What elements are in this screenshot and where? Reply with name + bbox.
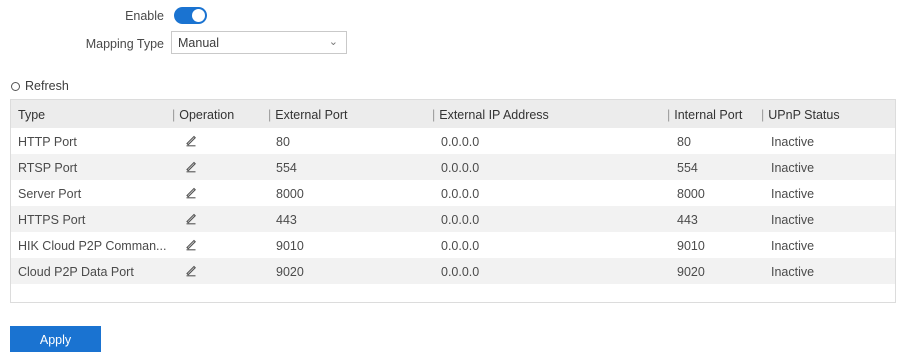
- cell-external-port: 80: [276, 135, 290, 149]
- cell-status: Inactive: [771, 239, 815, 253]
- header-external-port: | External Port: [268, 108, 348, 122]
- table-row: RTSP Port 554 0.0.0.0 554 Inactive: [11, 154, 895, 180]
- refresh-icon: [11, 81, 20, 91]
- header-operation: | Operation: [172, 108, 235, 122]
- cell-internal-port: 9020: [677, 265, 705, 279]
- header-internal-port: | Internal Port: [667, 108, 743, 122]
- toggle-knob: [192, 9, 205, 22]
- cell-external-ip: 0.0.0.0: [441, 213, 480, 227]
- edit-icon[interactable]: [184, 237, 198, 254]
- cell-external-ip: 0.0.0.0: [441, 187, 480, 201]
- header-external-ip: | External IP Address: [432, 108, 549, 122]
- cell-external-ip: 0.0.0.0: [441, 161, 480, 175]
- cell-external-port: 9020: [276, 265, 304, 279]
- edit-icon[interactable]: [184, 133, 198, 150]
- cell-type: RTSP Port: [18, 161, 78, 175]
- table-row: Cloud P2P Data Port 9020 0.0.0.0 9020 Inacti…: [11, 258, 895, 284]
- enable-label: Enable: [125, 9, 164, 23]
- cell-internal-port: 9010: [677, 239, 705, 253]
- refresh-label: Refresh: [25, 79, 69, 93]
- cell-external-port: 8000: [276, 187, 304, 201]
- cell-type: HIK Cloud P2P Comman...: [18, 239, 167, 253]
- edit-icon[interactable]: [184, 159, 198, 176]
- cell-type: HTTP Port: [18, 135, 77, 149]
- edit-icon[interactable]: [184, 185, 198, 202]
- edit-icon[interactable]: [184, 211, 198, 228]
- cell-internal-port: 443: [677, 213, 698, 227]
- chevron-down-icon: ⌄: [328, 36, 338, 48]
- header-type: Type: [18, 108, 46, 122]
- mapping-type-value: Manual: [178, 36, 219, 50]
- cell-status: Inactive: [771, 161, 815, 175]
- cell-status: Inactive: [771, 135, 815, 149]
- mapping-type-select[interactable]: Manual ⌄: [171, 31, 347, 54]
- cell-external-port: 443: [276, 213, 297, 227]
- enable-toggle[interactable]: [174, 7, 207, 24]
- cell-internal-port: 80: [677, 135, 691, 149]
- cell-status: Inactive: [771, 213, 815, 227]
- port-mapping-table: Type | Operation | External Port | External…: [10, 99, 896, 303]
- cell-type: Server Port: [18, 187, 82, 201]
- table-row: HTTP Port 80 0.0.0.0 80 Inactive: [11, 128, 895, 154]
- cell-external-port: 554: [276, 161, 297, 175]
- cell-status: Inactive: [771, 187, 815, 201]
- refresh-button[interactable]: Refresh: [11, 79, 69, 93]
- mapping-type-label: Mapping Type: [85, 37, 164, 51]
- cell-type: HTTPS Port: [18, 213, 86, 227]
- cell-external-ip: 0.0.0.0: [441, 265, 480, 279]
- cell-internal-port: 554: [677, 161, 698, 175]
- table-row: HTTPS Port 443 0.0.0.0 443 Inactive: [11, 206, 895, 232]
- cell-internal-port: 8000: [677, 187, 705, 201]
- table-row: HIK Cloud P2P Comman... 9010 0.0.0.0 9010 In…: [11, 232, 895, 258]
- cell-external-ip: 0.0.0.0: [441, 135, 480, 149]
- table-header: Type | Operation | External Port | External…: [11, 100, 895, 128]
- cell-status: Inactive: [771, 265, 815, 279]
- header-upnp-status: | UPnP Status: [761, 108, 840, 122]
- edit-icon[interactable]: [184, 263, 198, 280]
- table-row: Server Port 8000 0.0.0.0 8000 Inactive: [11, 180, 895, 206]
- cell-external-port: 9010: [276, 239, 304, 253]
- cell-type: Cloud P2P Data Port: [18, 265, 134, 279]
- cell-external-ip: 0.0.0.0: [441, 239, 480, 253]
- apply-button[interactable]: Apply: [10, 326, 101, 352]
